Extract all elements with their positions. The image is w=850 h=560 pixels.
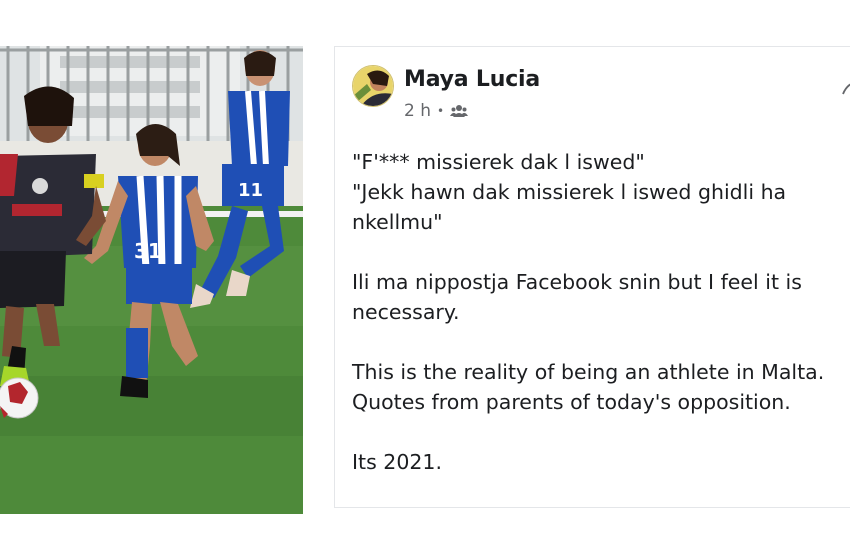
meta-separator: • (437, 104, 445, 118)
post-line: "Jekk hawn dak missierek l iswed ghidli … (352, 180, 787, 234)
post-line: "F'*** missierek dak l iswed" (352, 150, 645, 174)
facebook-post-card: Maya Lucia 2 h • "F'*** missierek dak l … (334, 46, 850, 508)
post-paragraph-1: "F'*** missierek dak l iswed" "Jekk hawn… (352, 147, 850, 237)
jersey-number-11: 11 (238, 180, 263, 201)
friends-icon[interactable] (450, 104, 469, 118)
post-paragraph-2: Ili ma nippostja Facebook snin but I fee… (352, 267, 850, 327)
post-line: Ili ma nippostja Facebook snin but I fee… (352, 270, 802, 324)
football-players-image: 11 31 (0, 46, 303, 514)
post-line: This is the reality of being an athlete … (352, 360, 825, 384)
post-photo[interactable]: 11 31 (0, 46, 303, 514)
person-icon[interactable] (841, 61, 850, 95)
post-meta: 2 h • (404, 101, 469, 121)
author-avatar[interactable] (352, 65, 394, 107)
avatar-image (353, 66, 393, 106)
post-paragraph-4: Its 2021. (352, 447, 850, 477)
post-paragraph-3: This is the reality of being an athlete … (352, 357, 850, 417)
author-name[interactable]: Maya Lucia (404, 67, 540, 92)
post-timestamp[interactable]: 2 h (404, 101, 431, 121)
football-ball (0, 377, 39, 419)
post-line: Quotes from parents of today's oppositio… (352, 390, 791, 414)
jersey-number-31: 31 (134, 239, 162, 263)
post-line: Its 2021. (352, 450, 442, 474)
post-text: "F'*** missierek dak l iswed" "Jekk hawn… (352, 147, 850, 507)
